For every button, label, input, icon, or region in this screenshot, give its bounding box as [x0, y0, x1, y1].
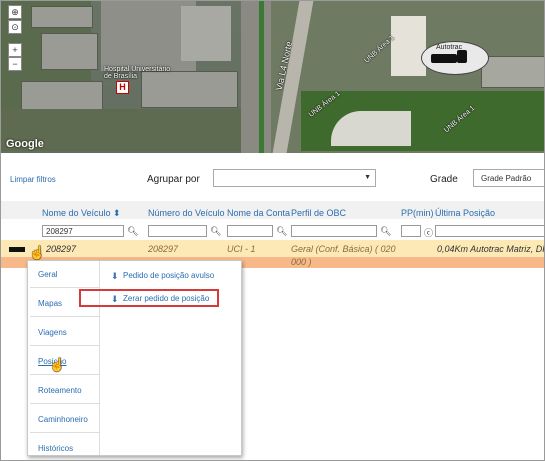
menu-category-roteamento[interactable]: Roteamento	[30, 379, 100, 404]
menu-category-historicos[interactable]: Históricos	[30, 437, 100, 460]
column-obc-profile[interactable]: Perfil de OBC	[291, 208, 346, 218]
menu-category-caminhoneiro[interactable]: Caminhoneiro	[30, 408, 100, 433]
filter-obc-input[interactable]	[291, 225, 377, 237]
column-account-name[interactable]: Nome da Conta	[227, 208, 290, 218]
mouse-cursor-icon: ☝	[29, 245, 46, 260]
filter-vehicle-number-input[interactable]	[148, 225, 207, 237]
search-icon[interactable]: 🔍︎	[127, 226, 138, 237]
truck-cab-icon	[457, 50, 467, 63]
group-by-select[interactable]: ▼	[213, 169, 376, 187]
map-label-hospital: Hospital Universitário de Brasília	[104, 66, 171, 80]
google-logo[interactable]: Google	[6, 138, 44, 150]
filter-account-input[interactable]	[227, 225, 273, 237]
truck-icon	[431, 54, 457, 63]
search-icon[interactable]: 🔍︎	[276, 226, 287, 237]
zoom-out-button[interactable]: −	[8, 57, 22, 71]
pin-icon: ⬇	[111, 271, 119, 281]
dropdown-arrow-icon: ▼	[364, 174, 371, 181]
hospital-marker-icon[interactable]: H	[116, 81, 129, 94]
filter-vehicle-name-input[interactable]: 208297	[42, 225, 124, 237]
app-window: ⊕ ⊙ + − Hospital Universitário de Brasíl…	[0, 0, 545, 461]
cell-last-position: 0,04Km Autotrac Matriz, DF	[437, 244, 545, 254]
request-position-label: Pedido de posição avulso	[123, 271, 215, 280]
vehicle-marker[interactable]: Autotrac	[421, 41, 489, 75]
filter-pp-input[interactable]	[401, 225, 421, 237]
filter-bar: Limpar filtros Agrupar por ▼ Grade Grade…	[1, 161, 544, 201]
column-vehicle-name[interactable]: Nome do Veículo ⬍	[42, 208, 121, 219]
hand-cursor-icon: ☝	[49, 357, 66, 372]
zoom-control-icon[interactable]: ⊙	[8, 20, 22, 34]
menu-category-geral[interactable]: Geral	[30, 263, 100, 288]
menu-category-viagens[interactable]: Viagens	[30, 321, 100, 346]
search-icon[interactable]: 🔍︎	[380, 226, 391, 237]
zoom-in-button[interactable]: +	[8, 43, 22, 57]
vehicle-bus-icon	[9, 247, 25, 252]
grid-select[interactable]: Grade Padrão	[473, 169, 544, 187]
request-position-action[interactable]: ⬇ Pedido de posição avulso	[111, 271, 215, 281]
group-by-label: Agrupar por	[147, 174, 200, 185]
highlight-box	[79, 289, 219, 307]
zoom-pan-control[interactable]: ⊕	[8, 5, 22, 19]
grid-label: Grade	[430, 174, 458, 185]
clear-filters-link[interactable]: Limpar filtros	[10, 175, 56, 184]
cell-account: UCI - 1	[227, 244, 256, 254]
filter-last-position-input[interactable]	[435, 225, 544, 237]
column-vehicle-number[interactable]: Número do Veículo	[148, 208, 225, 218]
satellite-map[interactable]: ⊕ ⊙ + − Hospital Universitário de Brasíl…	[1, 1, 544, 153]
cell-obc-profile: Geral (Conf. Básica) ( 020	[291, 244, 396, 254]
column-pp-min[interactable]: PP(min)	[401, 208, 434, 218]
cell-vehicle-name: 208297	[46, 244, 77, 254]
search-icon[interactable]: 🔍︎	[210, 226, 221, 237]
column-last-position[interactable]: Última Posição	[435, 208, 495, 218]
cell-obc-profile-cont: 000 )	[291, 257, 312, 267]
clear-icon[interactable]: ⓒ	[424, 226, 433, 239]
cell-vehicle-number: 208297	[148, 244, 179, 254]
